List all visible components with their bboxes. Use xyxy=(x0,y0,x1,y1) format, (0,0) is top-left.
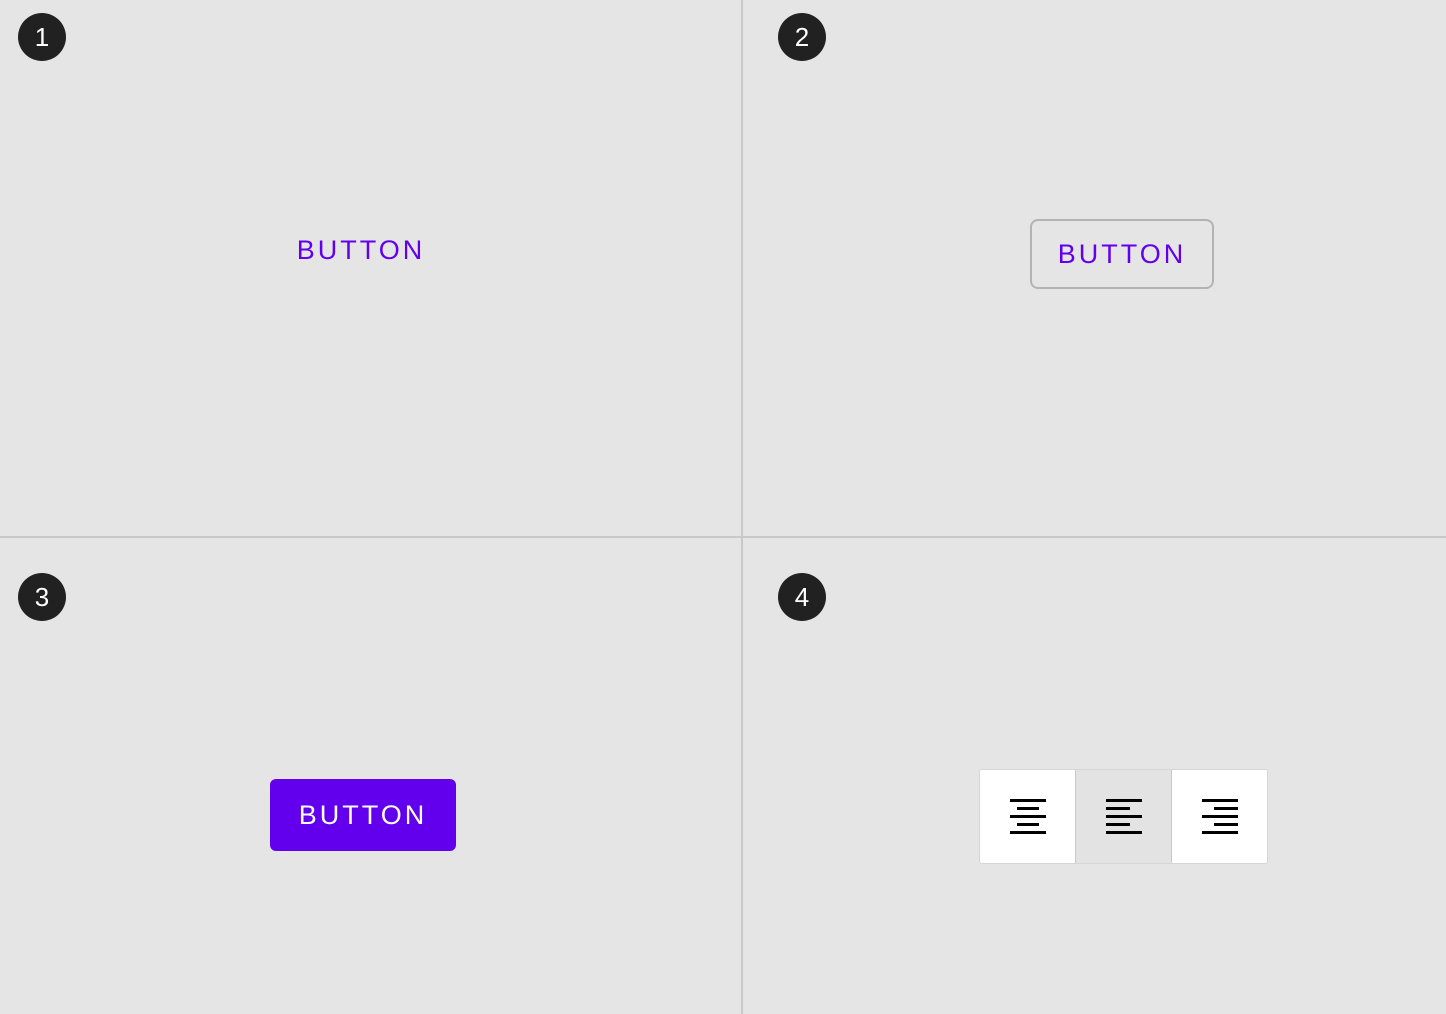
align-center-toggle[interactable] xyxy=(980,770,1075,863)
panel-number-badge: 4 xyxy=(778,573,826,621)
contained-button[interactable]: BUTTON xyxy=(270,779,456,851)
text-button[interactable]: BUTTON xyxy=(290,226,432,274)
panel-toggle-button-group: 4 xyxy=(743,538,1446,1014)
outlined-button[interactable]: BUTTON xyxy=(1030,219,1214,289)
panel-number-badge: 1 xyxy=(18,13,66,61)
button-variants-grid: 1 BUTTON 2 BUTTON 3 BUTTON 4 xyxy=(0,0,1446,1014)
panel-number-badge: 3 xyxy=(18,573,66,621)
align-left-toggle[interactable] xyxy=(1075,770,1172,863)
panel-outlined-button: 2 BUTTON xyxy=(743,0,1446,536)
horizontal-divider xyxy=(0,536,1446,538)
alignment-toggle-group xyxy=(979,769,1268,864)
panel-contained-button: 3 BUTTON xyxy=(0,538,741,1014)
align-center-icon xyxy=(1009,798,1046,834)
align-left-icon xyxy=(1105,798,1142,834)
vertical-divider xyxy=(741,0,743,1014)
panel-number-badge: 2 xyxy=(778,13,826,61)
align-right-icon xyxy=(1201,798,1238,834)
align-right-toggle[interactable] xyxy=(1172,770,1267,863)
panel-text-button: 1 BUTTON xyxy=(0,0,741,536)
